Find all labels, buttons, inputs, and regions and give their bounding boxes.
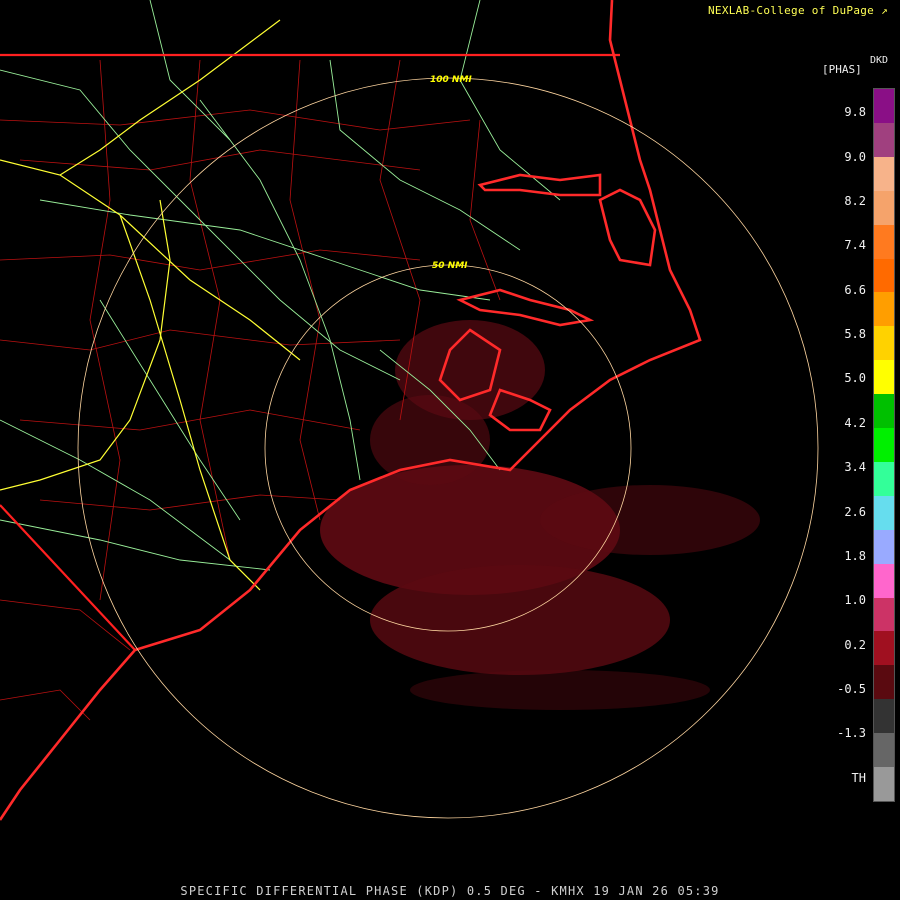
color-scale-segment: [874, 563, 894, 599]
radar-echo: [320, 320, 760, 710]
color-scale-segment: [874, 699, 894, 734]
units-label: [PHAS]: [822, 63, 862, 76]
color-scale-tick-label: 8.2: [844, 194, 866, 208]
radar-map: 100 NMI 50 NMI: [0, 0, 819, 821]
color-scale-tick-label: 5.0: [844, 371, 866, 385]
color-scale-tick-label: 6.6: [844, 283, 866, 297]
color-scale-segment: [874, 461, 894, 497]
color-scale-tick-label: -1.3: [837, 726, 866, 740]
color-scale-segment: [874, 89, 894, 124]
color-scale-segment: [874, 597, 894, 632]
color-scale-segment: [874, 495, 894, 531]
color-scale-segment: [874, 733, 894, 768]
color-scale-tick-label: 1.0: [844, 593, 866, 607]
color-scale-segment: [874, 767, 894, 802]
color-scale-tick-label: 0.2: [844, 638, 866, 652]
product-code: DKD: [870, 55, 889, 66]
color-scale-tick-label: 3.4: [844, 460, 866, 474]
color-scale-segment: [874, 665, 894, 700]
color-scale-segment: [874, 156, 894, 192]
interstates: [0, 19, 301, 591]
arrow-logo-icon: ↗: [881, 4, 888, 17]
color-scale-tick-label: 2.6: [844, 505, 866, 519]
color-scale-segment: [874, 394, 894, 429]
color-scale-tick-label: 9.0: [844, 150, 866, 164]
color-scale-segment: [874, 190, 894, 226]
color-scale-segment: [874, 292, 894, 327]
color-scale-segment: [874, 360, 894, 395]
color-scale-tick-label: -0.5: [837, 682, 866, 696]
credit-label: NEXLAB-College of DuPage: [707, 4, 875, 17]
color-scale-tick-label: TH: [851, 771, 866, 785]
color-scale-segment: [874, 122, 894, 158]
footer-caption: SPECIFIC DIFFERENTIAL PHASE (KDP) 0.5 DE…: [180, 884, 720, 898]
color-scale-segment: [874, 258, 894, 293]
color-scale-segment: [874, 631, 894, 666]
color-scale-segment: [874, 428, 894, 463]
color-scale-bar: [873, 88, 895, 802]
color-scale-tick-label: 4.2: [844, 416, 866, 430]
color-scale-tick-label: 7.4: [844, 238, 866, 252]
color-scale-tick-label: 9.8: [844, 105, 866, 119]
ring-label-100: 100 NMI: [430, 75, 472, 85]
color-scale-tick-label: 5.8: [844, 327, 866, 341]
color-scale-tick-label: 1.8: [844, 549, 866, 563]
color-scale-segment: [874, 326, 894, 361]
color-scale-segment: [874, 224, 894, 259]
credit-text: NEXLAB-College of DuPage ↗: [708, 4, 888, 17]
color-scale-segment: [874, 529, 894, 565]
ring-label-50: 50 NMI: [432, 261, 468, 271]
